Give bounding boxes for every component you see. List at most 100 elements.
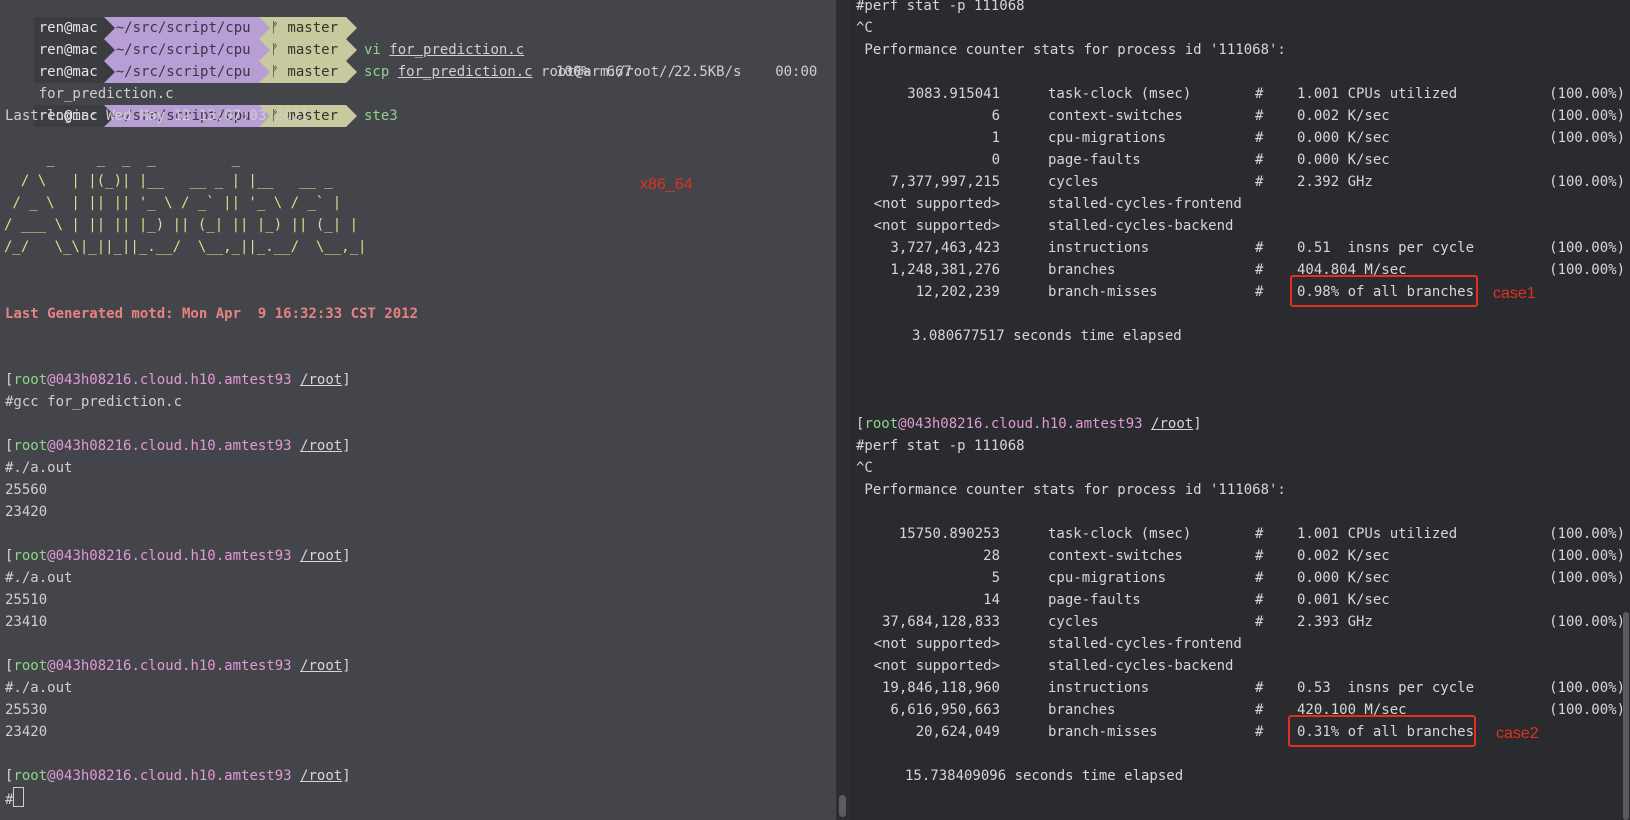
perf-percent: (100.00%) xyxy=(1549,526,1625,542)
perf-event: task-clock (msec) xyxy=(1048,526,1192,542)
perf-value: 12,202,239 xyxy=(915,284,1000,300)
perf-hash: # xyxy=(1255,284,1264,300)
perf-value: 1 xyxy=(991,130,1000,146)
case2-annotation: case2 xyxy=(1496,725,1539,742)
perf-event: context-switches xyxy=(1048,108,1183,124)
perf-hash: # xyxy=(1255,108,1264,124)
command-text: #./a.out xyxy=(5,460,73,476)
perf-event: branches xyxy=(1048,702,1116,718)
prompt-line: ren@mac ~/src/script/cpu ᚠ master scp for_p… xyxy=(0,39,676,83)
perf-percent xyxy=(1450,215,1625,237)
perf-value: <not supported> xyxy=(873,658,1000,674)
arch-annotation: x86_64 xyxy=(640,176,693,193)
perf-event: stalled-cycles-frontend xyxy=(1048,636,1242,652)
perf-hash: # xyxy=(1255,570,1264,586)
output-line: 23410 xyxy=(5,614,48,630)
output-line: 23420 xyxy=(5,504,48,520)
perf-header: Performance counter stats for process id… xyxy=(856,42,1286,58)
perf-percent: (100.00%) xyxy=(1549,570,1625,586)
root-prompt: [root@043h08216.cloud.h10.amtest93 /root… xyxy=(5,768,351,784)
prompt-line: ren@mac ~/src/script/cpu ᚠ master xyxy=(0,0,357,39)
command-text: #./a.out xyxy=(5,680,73,696)
perf-hash: # xyxy=(1255,592,1264,608)
perf-value: 37,684,128,833 xyxy=(881,614,1000,630)
perf-event: stalled-cycles-backend xyxy=(1048,658,1234,674)
perf-event: task-clock (msec) xyxy=(1048,86,1192,102)
perf-percent: (100.00%) xyxy=(1549,702,1625,718)
elapsed-time: 15.738409096 seconds time elapsed xyxy=(905,768,1184,784)
command-text: #perf stat -p 111068 xyxy=(856,438,1025,454)
perf-value: <not supported> xyxy=(873,218,1000,234)
perf-event: cycles xyxy=(1048,174,1099,190)
highlight-box-case2 xyxy=(1288,715,1476,747)
perf-event: cycles xyxy=(1048,614,1099,630)
command-text: #./a.out xyxy=(5,570,73,586)
root-prompt: [root@043h08216.cloud.h10.amtest93 /root… xyxy=(5,438,351,454)
perf-event: page-faults xyxy=(1048,152,1141,168)
perf-hash: # xyxy=(1255,174,1264,190)
perf-hash: # xyxy=(1255,86,1264,102)
left-terminal-pane[interactable]: ren@mac ~/src/script/cpu ᚠ master ren@mac ~… xyxy=(0,0,836,820)
output-line: 23420 xyxy=(5,724,48,740)
perf-percent xyxy=(1450,149,1625,171)
scp-progress-line: for_prediction.c xyxy=(38,86,174,102)
perf-event: branch-misses xyxy=(1048,724,1158,740)
interrupt-text: ^C xyxy=(856,20,873,36)
input-line[interactable]: # xyxy=(5,787,25,809)
perf-event: instructions xyxy=(1048,240,1150,256)
ascii-art-banner: _ _ _ _ _ / \ | |(_)| |__ __ _ | |__ __ … xyxy=(4,151,367,255)
perf-value: 7,377,997,215 xyxy=(890,174,1000,190)
command-text: #gcc for_prediction.c xyxy=(5,394,183,410)
perf-percent: (100.00%) xyxy=(1549,240,1625,256)
perf-event: cpu-migrations xyxy=(1048,570,1167,586)
perf-value: 15750.890253 xyxy=(898,526,1000,542)
perf-hash: # xyxy=(1255,526,1264,542)
perf-hash: # xyxy=(1255,680,1264,696)
pane-divider[interactable] xyxy=(836,0,850,820)
perf-hash: # xyxy=(1255,548,1264,564)
perf-event: context-switches xyxy=(1048,548,1183,564)
left-scrollbar-thumb[interactable] xyxy=(839,795,846,817)
perf-hash: # xyxy=(1255,240,1264,256)
perf-value: 3083.915041 xyxy=(907,86,1000,102)
scp-progress-stats: 100% 667 22.5KB/s 00:00 xyxy=(556,64,818,80)
right-terminal-pane[interactable]: #perf stat -p 111068 ^C Performance coun… xyxy=(850,0,1630,820)
perf-percent: (100.00%) xyxy=(1549,174,1625,190)
perf-percent xyxy=(1450,655,1625,677)
text-cursor xyxy=(13,787,25,807)
highlight-box-case1 xyxy=(1290,275,1478,307)
perf-value: 5 xyxy=(991,570,1000,586)
perf-value: 19,846,118,960 xyxy=(881,680,1000,696)
output-line: 25560 xyxy=(5,482,48,498)
perf-percent xyxy=(1450,589,1625,611)
perf-percent: (100.00%) xyxy=(1549,86,1625,102)
output-line: 25530 xyxy=(5,702,48,718)
perf-value: 6,616,950,663 xyxy=(890,702,1000,718)
root-prompt: [root@043h08216.cloud.h10.amtest93 /root… xyxy=(5,658,351,674)
perf-value: 6 xyxy=(991,108,1000,124)
right-scrollbar-thumb[interactable] xyxy=(1623,612,1629,820)
perf-hash: # xyxy=(1255,262,1264,278)
perf-event: branch-misses xyxy=(1048,284,1158,300)
perf-percent: (100.00%) xyxy=(1549,680,1625,696)
perf-event: instructions xyxy=(1048,680,1150,696)
perf-value: 28 xyxy=(983,548,1000,564)
perf-hash xyxy=(1255,215,1267,237)
perf-value: 20,624,049 xyxy=(915,724,1000,740)
perf-value: 0 xyxy=(991,152,1000,168)
perf-hash: # xyxy=(1255,724,1264,740)
perf-hash xyxy=(1255,633,1267,655)
root-prompt: [root@043h08216.cloud.h10.amtest93 /root… xyxy=(856,416,1202,432)
perf-value: 1,248,381,276 xyxy=(890,262,1000,278)
prompt-line: ren@mac ~/src/script/cpu ᚠ master vi for_pr… xyxy=(0,17,524,61)
perf-event: stalled-cycles-backend xyxy=(1048,218,1234,234)
perf-value: <not supported> xyxy=(873,196,1000,212)
perf-event: cpu-migrations xyxy=(1048,130,1167,146)
perf-percent: (100.00%) xyxy=(1549,108,1625,124)
perf-hash: # xyxy=(1255,152,1264,168)
perf-percent: (100.00%) xyxy=(1549,548,1625,564)
interrupt-text: ^C xyxy=(856,460,873,476)
perf-header: Performance counter stats for process id… xyxy=(856,482,1286,498)
perf-percent xyxy=(1450,193,1625,215)
perf-percent: (100.00%) xyxy=(1549,614,1625,630)
